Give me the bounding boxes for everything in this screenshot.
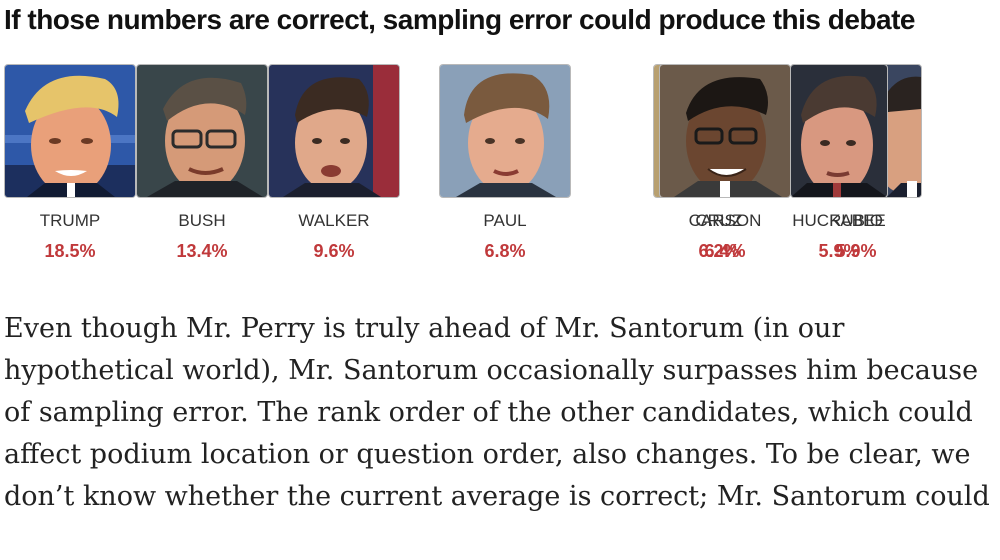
candidate-share: 18.5%: [44, 241, 96, 261]
candidate-photo-paul: [439, 64, 571, 198]
candidate-name: PAUL: [483, 211, 527, 230]
candidate-card-trump: TRUMP 18.5%: [4, 64, 136, 261]
candidate-card-carson: CARSON 6.4%: [659, 64, 791, 261]
candidate-card-bush: BUSH 13.4%: [136, 64, 268, 261]
candidate-card-huckabee: HUCKABEE 5.9%: [790, 64, 888, 261]
paragraph-line: don’t know whether the current average i…: [4, 481, 990, 512]
candidate-photo-carson: [659, 64, 791, 198]
article-paragraph: Even though Mr. Perry is truly ahead of …: [4, 308, 990, 518]
paragraph-line: of sampling error. The rank order of the…: [4, 397, 973, 428]
candidate-photo-huckabee: [790, 64, 888, 198]
paragraph-line: hypothetical world), Mr. Santorum occasi…: [4, 355, 979, 386]
candidate-name: WALKER: [298, 211, 370, 230]
paragraph-line: affect podium location or question order…: [4, 439, 971, 470]
candidate-name: HUCKABEE: [792, 211, 886, 230]
candidate-strip: TRUMP 18.5% BUSH 13.4% WALKER 9.6% PAUL …: [0, 0, 1000, 270]
candidate-photo-walker: [268, 64, 400, 198]
candidate-name: TRUMP: [39, 211, 101, 230]
candidate-card-paul: PAUL 6.8%: [439, 64, 571, 261]
paragraph-line: Even though Mr. Perry is truly ahead of …: [4, 313, 845, 344]
candidate-card-walker: WALKER 9.6%: [268, 64, 400, 261]
candidate-name: BUSH: [178, 211, 226, 230]
candidate-share: 13.4%: [176, 241, 228, 261]
candidate-photo-bush: [136, 64, 268, 198]
candidate-name: CARSON: [688, 211, 762, 230]
candidate-share: 9.6%: [313, 241, 355, 261]
candidate-share: 6.8%: [484, 241, 526, 261]
candidate-share: 5.9%: [818, 241, 860, 261]
candidate-photo-trump: [4, 64, 136, 198]
candidate-share: 6.4%: [704, 241, 746, 261]
